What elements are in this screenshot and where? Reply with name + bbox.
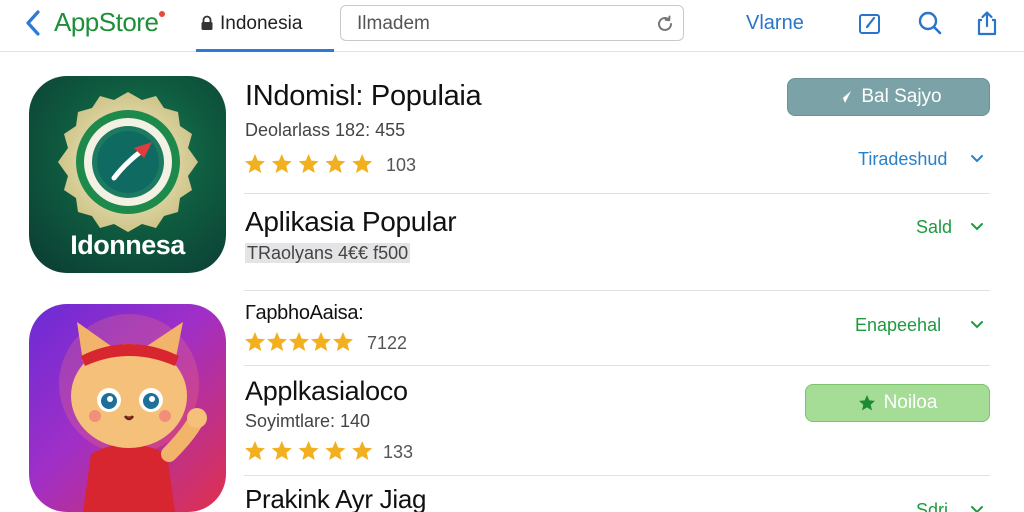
install-button[interactable]: Noiloa — [805, 384, 990, 422]
app-title[interactable]: Aplikasia Popular — [245, 206, 457, 238]
badge-dot — [159, 11, 166, 17]
share-icon[interactable] — [974, 10, 1000, 36]
star-rating — [245, 154, 373, 173]
star-icon — [271, 441, 292, 460]
row-divider — [244, 290, 990, 291]
rating-count: 133 — [383, 442, 414, 462]
back-button[interactable]: AppStore — [54, 7, 166, 38]
search-icon[interactable] — [917, 10, 943, 36]
primary-action-label: Bal Sajyo — [861, 86, 942, 107]
location-tab-label: Indonesia — [220, 13, 303, 34]
account-name-link[interactable]: Vlarne — [746, 12, 804, 35]
app-subtitle: Deolarlass 182: 455 — [245, 120, 406, 140]
star-icon — [298, 154, 319, 173]
star-icon — [298, 441, 319, 460]
tab-location[interactable]: Indonesia — [196, 0, 334, 52]
cat-mascot-icon — [59, 314, 207, 512]
star-icon — [289, 332, 309, 351]
star-icon — [271, 154, 292, 173]
row-divider — [244, 193, 990, 194]
chevron-down-icon[interactable] — [970, 222, 984, 232]
chevron-down-icon[interactable] — [970, 320, 984, 330]
app-title[interactable]: ГapbhoAaisa: — [245, 302, 364, 325]
reload-icon[interactable] — [655, 14, 675, 34]
app-icon-caption: Idonnesa — [70, 230, 185, 260]
app-subtitle: Soyimtlare: 140 — [245, 411, 371, 431]
search-input[interactable]: Ilmadem — [340, 5, 684, 41]
app-title[interactable]: Applkasialoco — [245, 376, 408, 407]
app-title[interactable]: Prakink Ayr Jiag — [245, 484, 426, 512]
app-icon-indonesia[interactable]: Idonnesa — [29, 76, 226, 273]
row-divider — [244, 365, 990, 366]
star-icon — [311, 332, 331, 351]
star-icon — [352, 441, 373, 460]
star-icon — [325, 441, 346, 460]
star-icon — [325, 154, 346, 173]
star-icon — [333, 332, 353, 351]
star-icon — [267, 332, 287, 351]
star-icon — [245, 332, 265, 351]
back-chevron-icon[interactable] — [22, 8, 44, 38]
status-dropdown[interactable]: Sdri — [916, 500, 948, 512]
search-input-value: Ilmadem — [357, 13, 430, 34]
chevron-down-icon[interactable] — [970, 154, 984, 164]
chevron-down-icon[interactable] — [970, 505, 984, 512]
star-rating — [245, 332, 353, 351]
status-dropdown[interactable]: Sald — [916, 217, 952, 238]
top-bar: AppStore Indonesia Ilmadem Vlarne — [0, 0, 1024, 52]
lock-icon — [201, 15, 213, 30]
rating-count: 103 — [386, 155, 417, 175]
status-dropdown[interactable]: Enapeehal — [855, 315, 941, 336]
star-icon — [245, 154, 265, 173]
star-icon — [858, 395, 875, 411]
star-icon — [245, 441, 265, 460]
install-button-label: Noiloa — [883, 392, 938, 413]
star-icon — [352, 154, 373, 173]
primary-action-button[interactable]: Bal Sajyo — [787, 78, 990, 116]
edit-icon[interactable] — [857, 10, 883, 36]
app-subtitle: TRaolyans 4€€ f500 — [245, 243, 411, 263]
row-divider — [244, 475, 990, 476]
rating-count: 7122 — [367, 333, 408, 353]
app-title[interactable]: INdomisl: Populaia — [245, 80, 482, 113]
send-icon — [837, 91, 852, 103]
status-dropdown[interactable]: Tiradeshud — [858, 149, 947, 170]
back-label: AppStore — [54, 7, 159, 37]
app-icon-cat[interactable] — [29, 304, 226, 512]
star-rating — [245, 441, 373, 460]
